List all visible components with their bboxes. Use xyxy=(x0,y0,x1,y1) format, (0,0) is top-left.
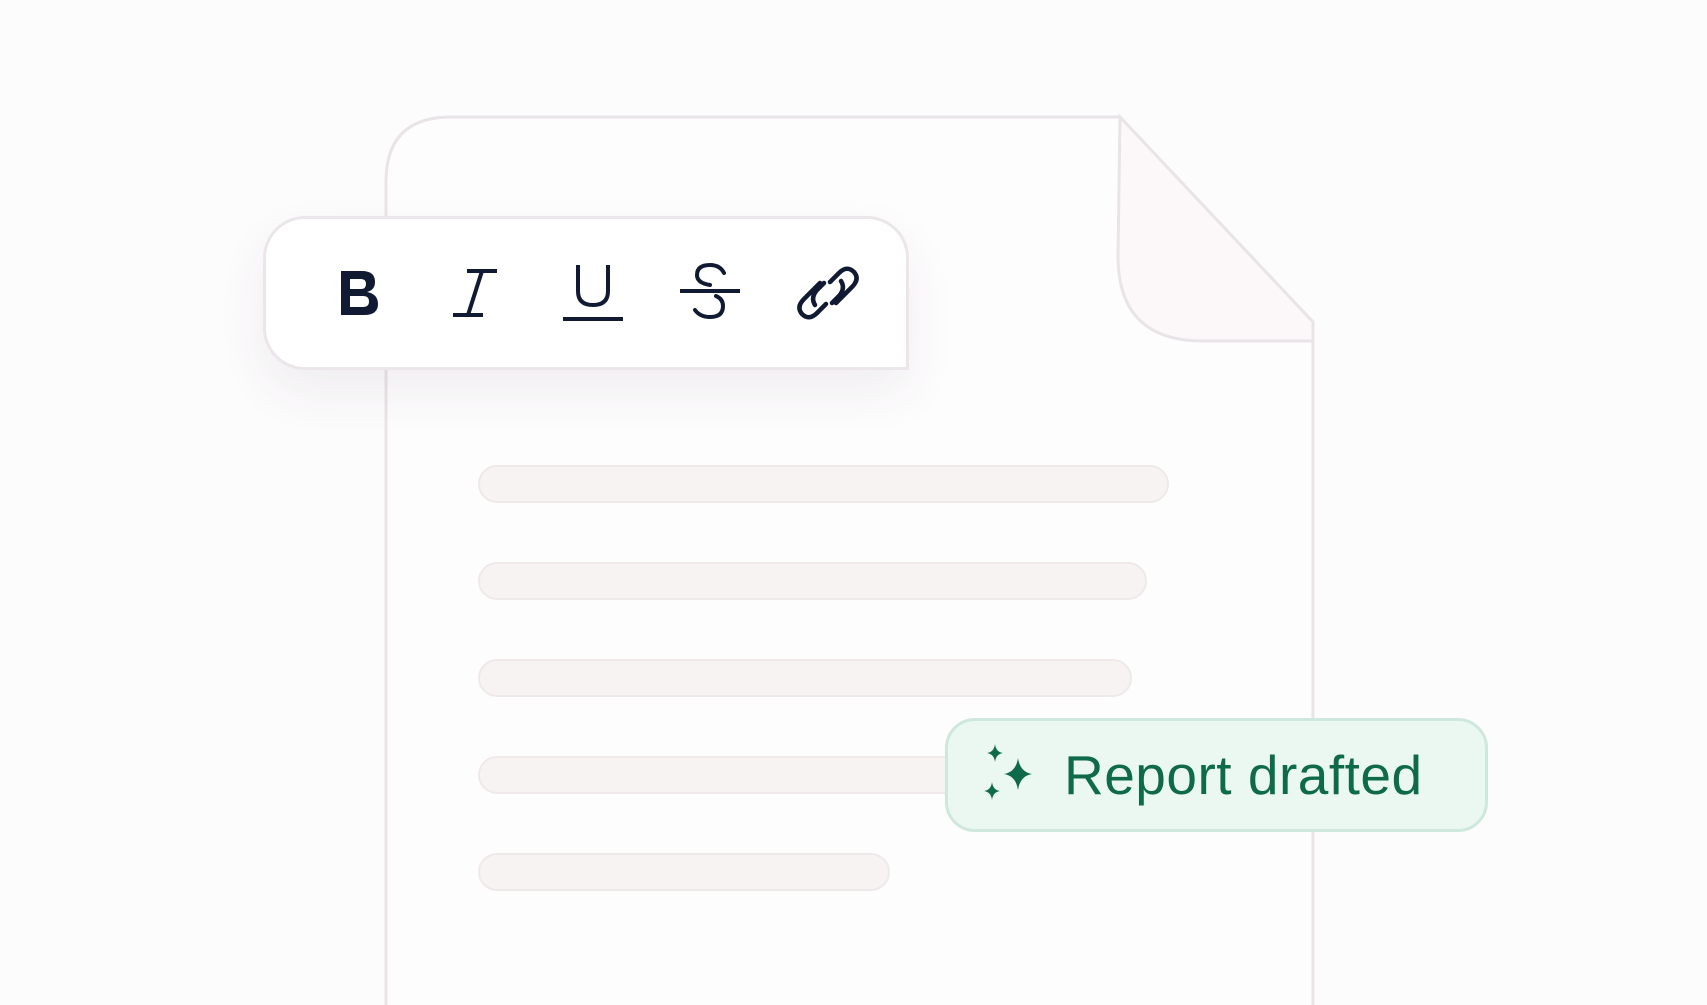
document-text-line xyxy=(478,562,1147,600)
sparkles-icon xyxy=(984,744,1032,800)
document-text-line xyxy=(478,853,890,891)
bold-button[interactable] xyxy=(318,253,398,333)
underline-button[interactable] xyxy=(553,253,633,333)
document-folded-corner xyxy=(1116,113,1315,343)
strikethrough-button[interactable] xyxy=(671,253,751,333)
document-text-line xyxy=(478,756,980,794)
illustration-stage: Report drafted xyxy=(0,0,1707,1005)
badge-text: Report drafted xyxy=(1064,744,1423,806)
document-text-line xyxy=(478,465,1169,503)
report-drafted-badge: Report drafted xyxy=(945,718,1488,832)
document-illustration xyxy=(384,113,1315,1005)
underline-icon xyxy=(562,265,623,321)
strikethrough-icon xyxy=(680,262,741,320)
italic-icon xyxy=(453,269,498,317)
link-button[interactable] xyxy=(788,253,868,333)
bold-icon xyxy=(340,271,378,315)
document-text-line xyxy=(478,659,1132,697)
formatting-toolbar xyxy=(263,216,909,370)
link-icon xyxy=(797,266,859,320)
italic-button[interactable] xyxy=(436,253,516,333)
